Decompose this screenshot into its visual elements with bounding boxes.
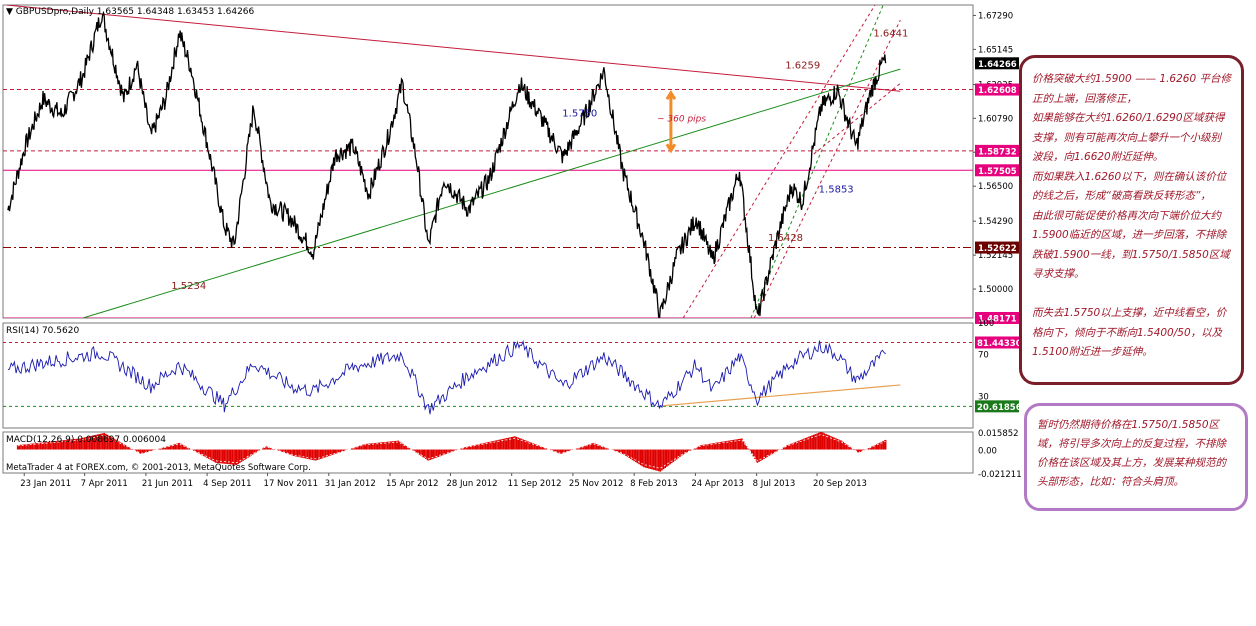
x-tick-label: 25 Nov 2012: [569, 479, 623, 489]
analysis-note-secondary: 暂时仍然期待价格在1.5750/1.5850区 域，将引导多次向上的反复过程，不…: [1024, 403, 1248, 511]
rsi-tick-label: 30: [978, 393, 989, 403]
price-annotation-0: 1.6441: [873, 29, 908, 40]
macd-tick-label: 0.00: [978, 447, 997, 457]
x-tick-label: 8 Jul 2013: [753, 479, 796, 489]
chart-header: ▼ GBPUSDpro,Daily 1.63565 1.64348 1.6345…: [6, 7, 255, 17]
x-tick-label: 20 Sep 2013: [813, 479, 867, 489]
price-annotation-3: ~ 360 pips: [657, 114, 706, 124]
x-tick-label: 4 Sep 2011: [203, 479, 251, 489]
watermark-text: MetaTrader 4 at FOREX.com, © 2001-2013, …: [6, 463, 311, 473]
y-tick-label: 1.60790: [978, 114, 1013, 124]
y-tick-label: 1.67290: [978, 11, 1013, 21]
price-tag-label: 1.64266: [978, 60, 1017, 70]
rsi-panel: [2, 322, 974, 429]
rsi-tick-label: 70: [978, 351, 989, 361]
analysis-note-primary: 价格突破大约1.5900 —— 1.6260 平台修 正的上端，回落修正， 如果…: [1019, 55, 1244, 385]
rsi-tick-label: 100: [978, 319, 994, 329]
x-tick-label: 11 Sep 2012: [508, 479, 562, 489]
macd-header: MACD(12,26,9) 0.008697 0.006004: [6, 435, 166, 445]
x-tick-label: 15 Apr 2012: [386, 479, 439, 489]
x-tick-label: 23 Jan 2011: [20, 479, 71, 489]
x-tick-label: 8 Feb 2013: [630, 479, 678, 489]
price-tag-label: 1.57505: [978, 167, 1017, 177]
y-tick-label: 1.54290: [978, 217, 1013, 227]
macd-tick-label: 0.015852: [978, 429, 1019, 439]
macd-tick-label: -0.021211: [978, 470, 1022, 480]
rsi-level-label: 20.61856: [977, 403, 1022, 413]
x-tick-label: 7 Apr 2011: [81, 479, 128, 489]
y-tick-label: 1.65145: [978, 45, 1013, 55]
price-annotation-4: 1.5853: [819, 185, 854, 196]
x-tick-label: 31 Jan 2012: [325, 479, 376, 489]
x-tick-label: 17 Nov 2011: [264, 479, 318, 489]
price-annotation-6: 1.5234: [171, 281, 206, 292]
y-tick-label: 1.56500: [978, 182, 1013, 192]
x-tick-label: 21 Jun 2011: [142, 479, 193, 489]
rsi-header: RSI(14) 70.5620: [6, 326, 79, 336]
price-tag-label: 1.52622: [978, 244, 1017, 254]
price-tag-label: 1.62608: [978, 86, 1017, 96]
x-tick-label: 24 Apr 2013: [691, 479, 744, 489]
x-tick-label: 28 Jun 2012: [446, 479, 497, 489]
price-annotation-5: 1.5428: [768, 233, 803, 244]
y-tick-label: 1.50000: [978, 285, 1013, 295]
price-annotation-2: 1.5750: [562, 109, 597, 120]
rsi-level-label: 81.44330: [977, 339, 1022, 349]
price-tag-label: 1.58732: [978, 147, 1017, 157]
price-annotation-1: 1.6259: [785, 60, 820, 71]
